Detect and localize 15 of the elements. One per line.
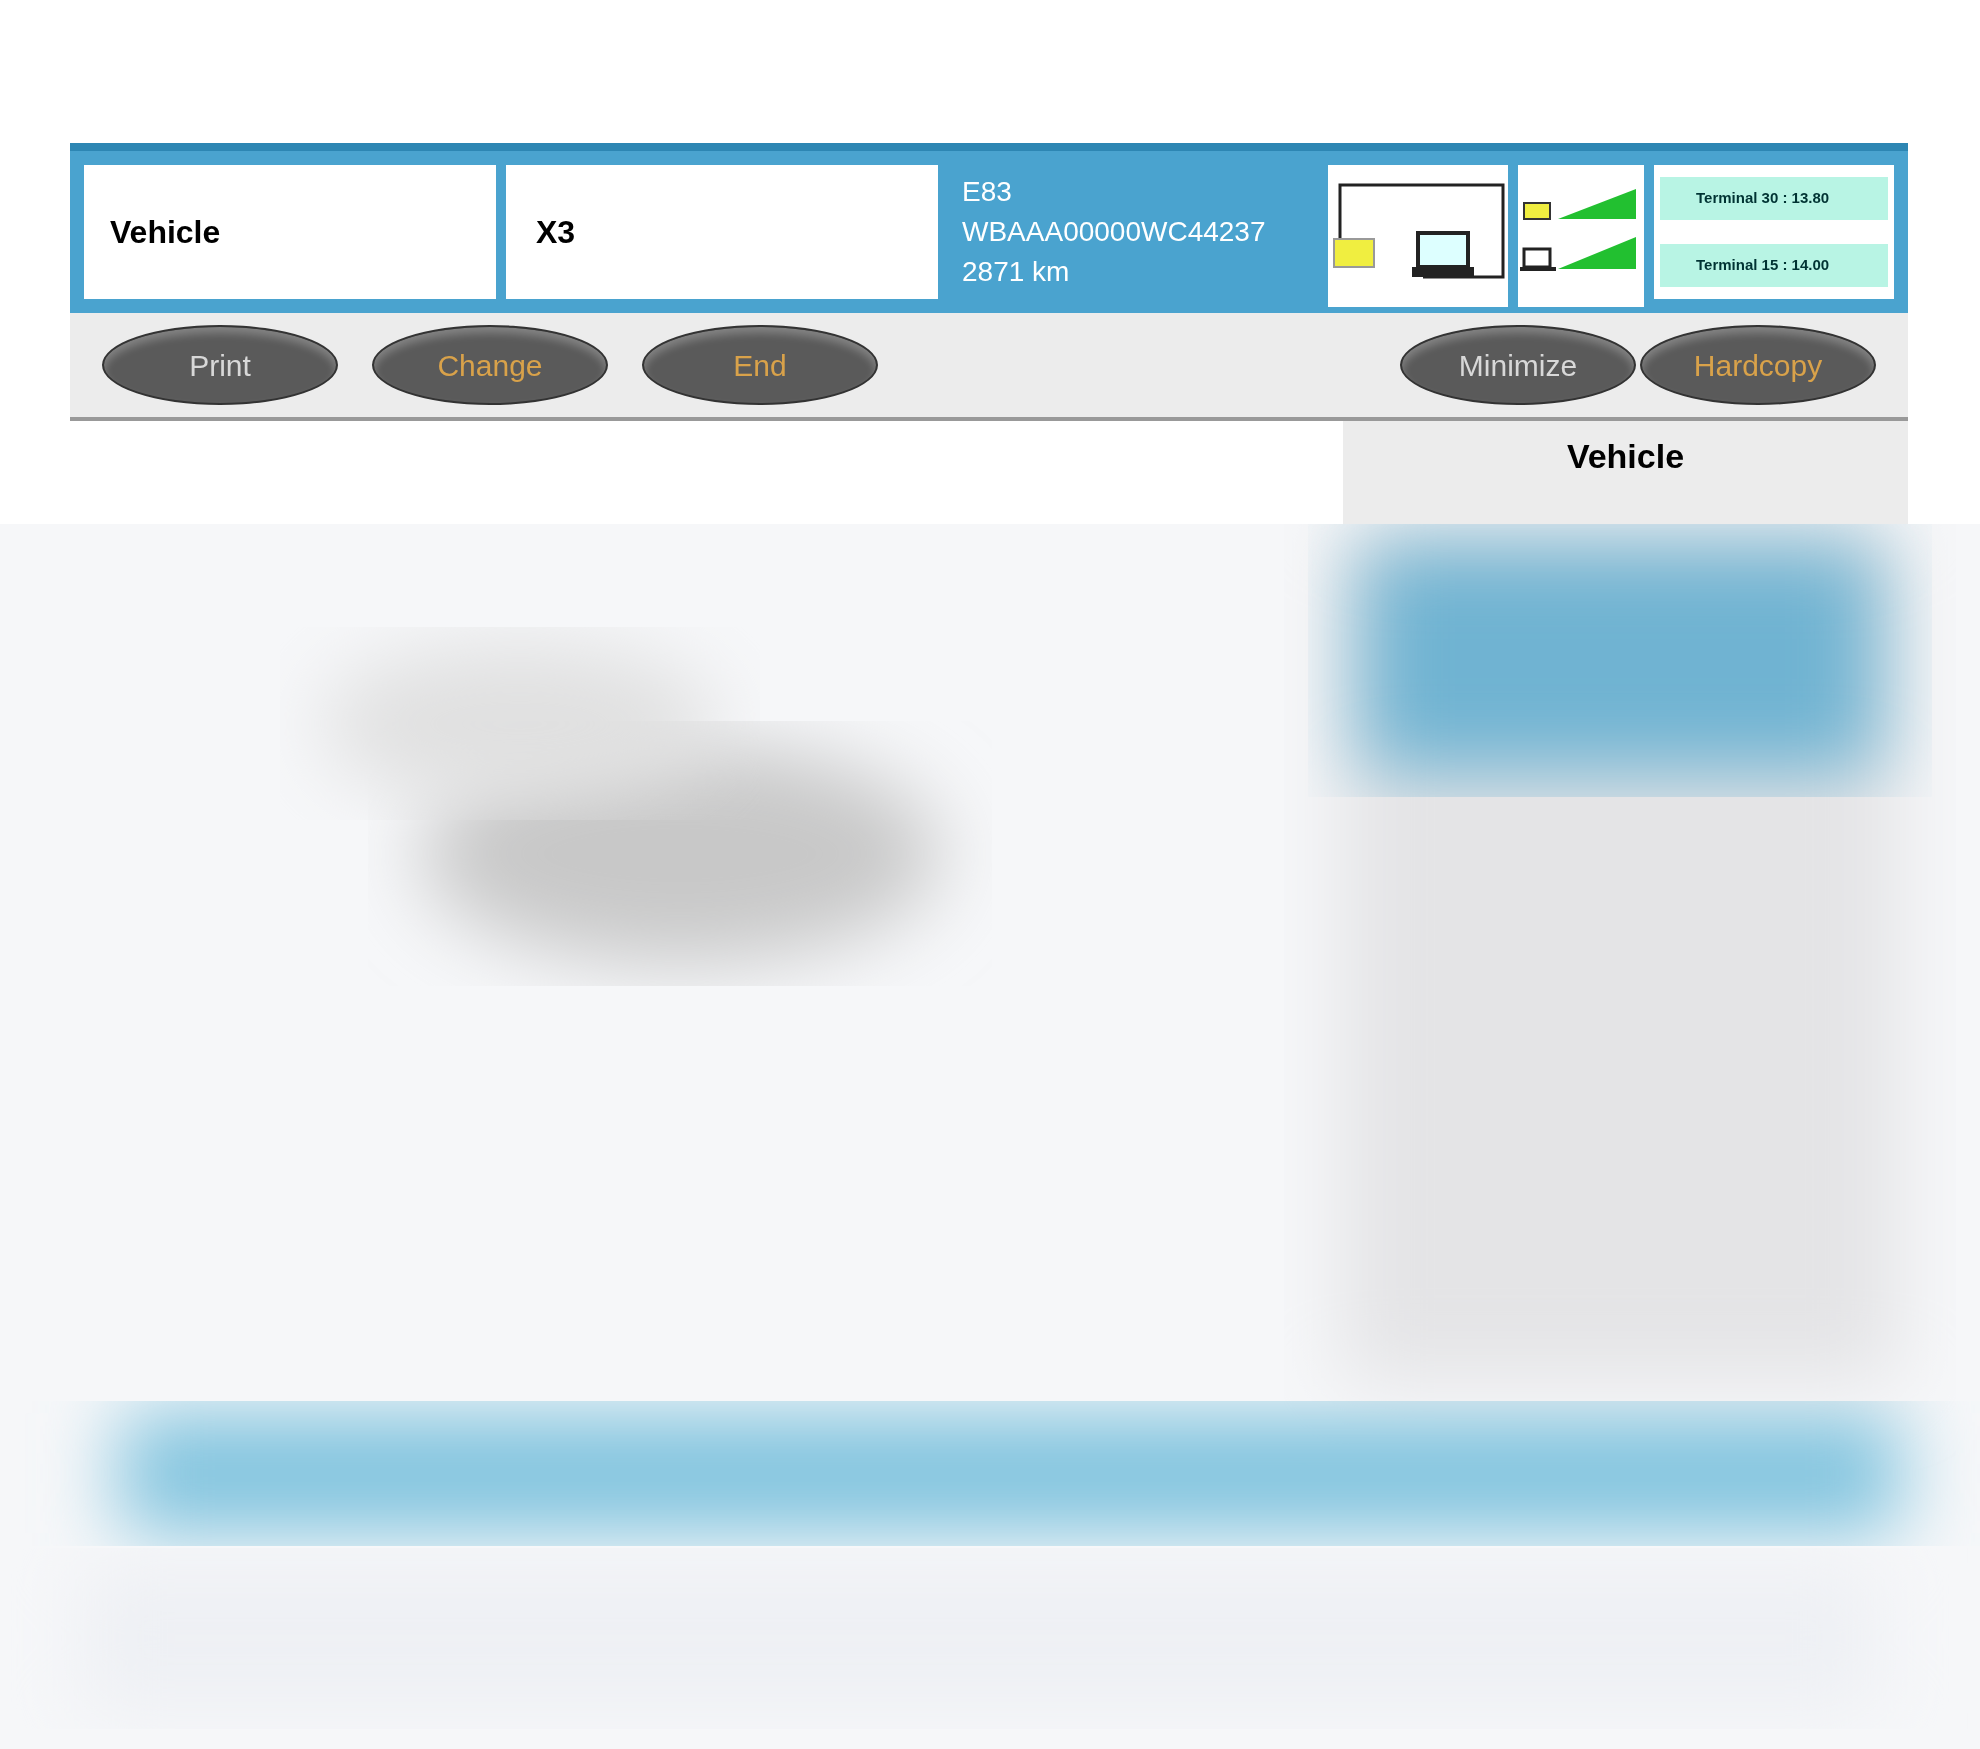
signal-strength-icon (1518, 165, 1644, 307)
vehicle-info-text: E83 (962, 175, 1013, 209)
connection-diagram-icon (1328, 165, 1508, 307)
terminal-voltage-text: Terminal 15 : 14.00 (1660, 244, 1888, 287)
side-panel-title: Vehicle (1566, 436, 1685, 477)
action-button[interactable]: Print (102, 325, 338, 405)
action-button[interactable]: Change (372, 325, 608, 405)
model-field: X3 (506, 165, 938, 299)
action-button[interactable]: Hardcopy (1640, 325, 1876, 405)
vehicle-label: Vehicle (84, 165, 496, 299)
terminal-voltage-text: Terminal 30 : 13.80 (1660, 177, 1888, 220)
action-button[interactable]: Minimize (1400, 325, 1636, 405)
vehicle-info-text: 2871 km (962, 255, 1071, 289)
vehicle-info-text: WBAAA00000WC44237 (962, 215, 1267, 249)
action-button[interactable]: End (642, 325, 878, 405)
